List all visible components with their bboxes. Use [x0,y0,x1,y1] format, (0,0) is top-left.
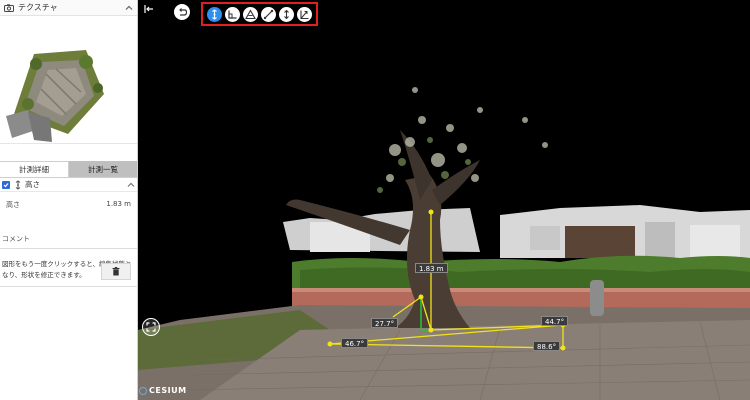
height-property-row: 高さ 1.83 m [0,192,137,210]
chevron-up-icon[interactable] [127,181,135,189]
measurement-toolbar [201,2,318,26]
height-tool-button[interactable] [207,6,223,22]
area-tool-button[interactable] [225,6,241,22]
cesium-logo-text: CESIUM [149,386,187,395]
area-measure-icon [228,10,237,19]
measurement-item-name: 高さ [25,180,40,189]
triangle-tool-button[interactable] [243,6,259,22]
panel-title: テクスチャ [18,3,58,12]
slope-tool-button[interactable] [296,6,312,22]
height-measure-icon [15,179,21,190]
trash-icon [112,267,120,276]
distance-measure-icon [263,9,274,19]
collapse-panel-icon[interactable] [144,4,154,14]
angle-label[interactable]: 88.6° [533,341,561,351]
undo-button[interactable] [174,4,190,20]
slope-measure-icon [299,10,309,19]
height-measurement-label[interactable]: 1.83 m [415,263,448,273]
tab-measurement-detail[interactable]: 計測詳細 [0,161,69,177]
undo-icon [179,8,187,16]
property-value: 1.83 m [106,200,131,208]
angle-label[interactable]: 46.7° [341,338,369,348]
tab-measurement-list[interactable]: 計測一覧 [69,161,137,177]
check-icon [3,182,9,187]
point-cloud-thumbnail-image [6,50,104,142]
sidebar: テクスチャ 計測詳細 計測一覧 高さ 高さ 1.83 m コメント 図形をもう一… [0,0,138,400]
camera-icon [4,3,14,12]
distance-tool-button[interactable] [260,6,276,22]
point-cloud-scene [138,87,750,400]
texture-thumbnail [0,16,137,144]
tab-list-label: 計測一覧 [88,164,118,174]
angle-label[interactable]: 27.7° [371,318,399,328]
cesium-logo[interactable]: CESIUM [139,386,187,395]
divider [0,286,138,287]
tab-detail-label: 計測詳細 [19,165,49,174]
delete-button[interactable] [101,263,131,280]
fullscreen-button[interactable] [142,318,160,336]
vertical-tool-button[interactable] [278,6,294,22]
tabs: 計測詳細 計測一覧 [0,161,137,178]
visibility-checkbox[interactable] [2,180,10,189]
3d-viewer-canvas[interactable]: 1.83 m 27.7° 44.7° 46.7° 88.6° [138,0,750,400]
comment-label: コメント [2,235,30,243]
fullscreen-icon [146,322,156,332]
vertical-measure-icon [283,9,289,19]
property-label: 高さ [6,201,20,209]
triangle-measure-icon [245,8,257,19]
texture-panel-header[interactable]: テクスチャ [0,0,137,16]
angle-label[interactable]: 44.7° [541,316,569,326]
measurement-item-row[interactable]: 高さ [0,178,137,192]
chevron-up-icon[interactable] [125,4,133,12]
height-icon [212,8,218,20]
cesium-logo-mark [139,386,147,395]
